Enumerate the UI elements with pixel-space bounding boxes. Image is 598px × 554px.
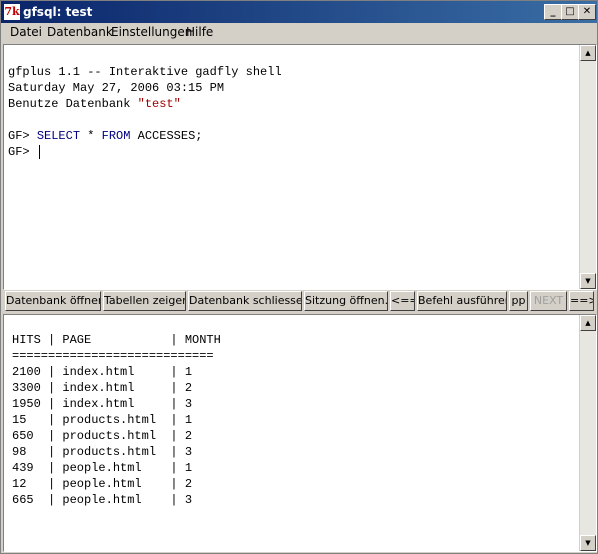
db-line-prefix: Benutze Datenbank: [8, 97, 138, 111]
results-pane[interactable]: HITS | PAGE | MONTH ====================…: [3, 314, 597, 552]
button-bar: Datenbank öffnen Tabellen zeigen Datenba…: [3, 290, 596, 312]
maximize-button[interactable]: □: [561, 4, 579, 20]
title-bar: 7k gfsql: test _ □ ✕: [1, 1, 597, 23]
result-row: 650 | products.html | 2: [12, 429, 193, 443]
result-row: 1950 | index.html | 3: [12, 397, 193, 411]
result-row: 2100 | index.html | 1: [12, 365, 193, 379]
sql-keyword-select: SELECT: [36, 129, 81, 143]
close-database-button[interactable]: Datenbank schliessen: [188, 291, 302, 311]
menu-datenbank[interactable]: Datenbank: [47, 25, 113, 40]
tk-feather-icon: 7k: [4, 4, 20, 20]
text-cursor: [38, 144, 40, 159]
scroll-down-icon[interactable]: ▼: [580, 535, 596, 551]
sql-star: *: [80, 129, 102, 143]
input-pane[interactable]: gfplus 1.1 -- Interaktive gadfly shell S…: [3, 44, 597, 290]
input-scrollbar[interactable]: ▲ ▼: [579, 45, 596, 289]
close-button[interactable]: ✕: [578, 4, 596, 20]
history-back-button[interactable]: <==: [390, 291, 415, 311]
history-forward-button[interactable]: ==>: [569, 291, 594, 311]
banner-line: gfplus 1.1 -- Interaktive gadfly shell: [8, 65, 282, 79]
prompt: GF>: [8, 145, 37, 159]
open-database-button[interactable]: Datenbank öffnen: [5, 291, 101, 311]
results-separator: ============================: [12, 349, 214, 363]
result-row: 3300 | index.html | 2: [12, 381, 193, 395]
prompt: GF>: [8, 129, 37, 143]
result-row: 98 | products.html | 3: [12, 445, 193, 459]
show-tables-button[interactable]: Tabellen zeigen: [103, 291, 186, 311]
menu-einstellungen[interactable]: Einstellungen: [111, 25, 192, 40]
open-session-button[interactable]: Sitzung öffnen...: [304, 291, 388, 311]
result-row: 665 | people.html | 3: [12, 493, 193, 507]
execute-command-button[interactable]: Befehl ausführen: [417, 291, 507, 311]
app-window: 7k gfsql: test _ □ ✕ Datei Datenbank Ein…: [0, 0, 598, 554]
window-title: gfsql: test: [23, 5, 93, 19]
sql-keyword-from: FROM: [101, 129, 131, 143]
menu-bar: Datei Datenbank Einstellungen Hilfe: [1, 23, 597, 42]
scroll-up-icon[interactable]: ▲: [580, 45, 596, 61]
result-row: 15 | products.html | 1: [12, 413, 193, 427]
scroll-up-icon[interactable]: ▲: [580, 315, 596, 331]
db-name: "test": [137, 97, 181, 111]
input-text[interactable]: gfplus 1.1 -- Interaktive gadfly shell S…: [8, 64, 282, 160]
scroll-down-icon[interactable]: ▼: [580, 273, 596, 289]
result-row: 12 | people.html | 2: [12, 477, 193, 491]
pp-button[interactable]: pp: [509, 291, 528, 311]
results-text: HITS | PAGE | MONTH ====================…: [12, 332, 221, 508]
sql-table: ACCESSES;: [130, 129, 203, 143]
results-scrollbar[interactable]: ▲ ▼: [579, 315, 596, 551]
results-header: HITS | PAGE | MONTH: [12, 333, 221, 347]
minimize-button[interactable]: _: [544, 4, 562, 20]
menu-datei[interactable]: Datei: [10, 25, 42, 40]
next-button[interactable]: NEXT: [530, 291, 567, 311]
date-line: Saturday May 27, 2006 03:15 PM: [8, 81, 225, 95]
menu-hilfe[interactable]: Hilfe: [186, 25, 213, 40]
result-row: 439 | people.html | 1: [12, 461, 193, 475]
